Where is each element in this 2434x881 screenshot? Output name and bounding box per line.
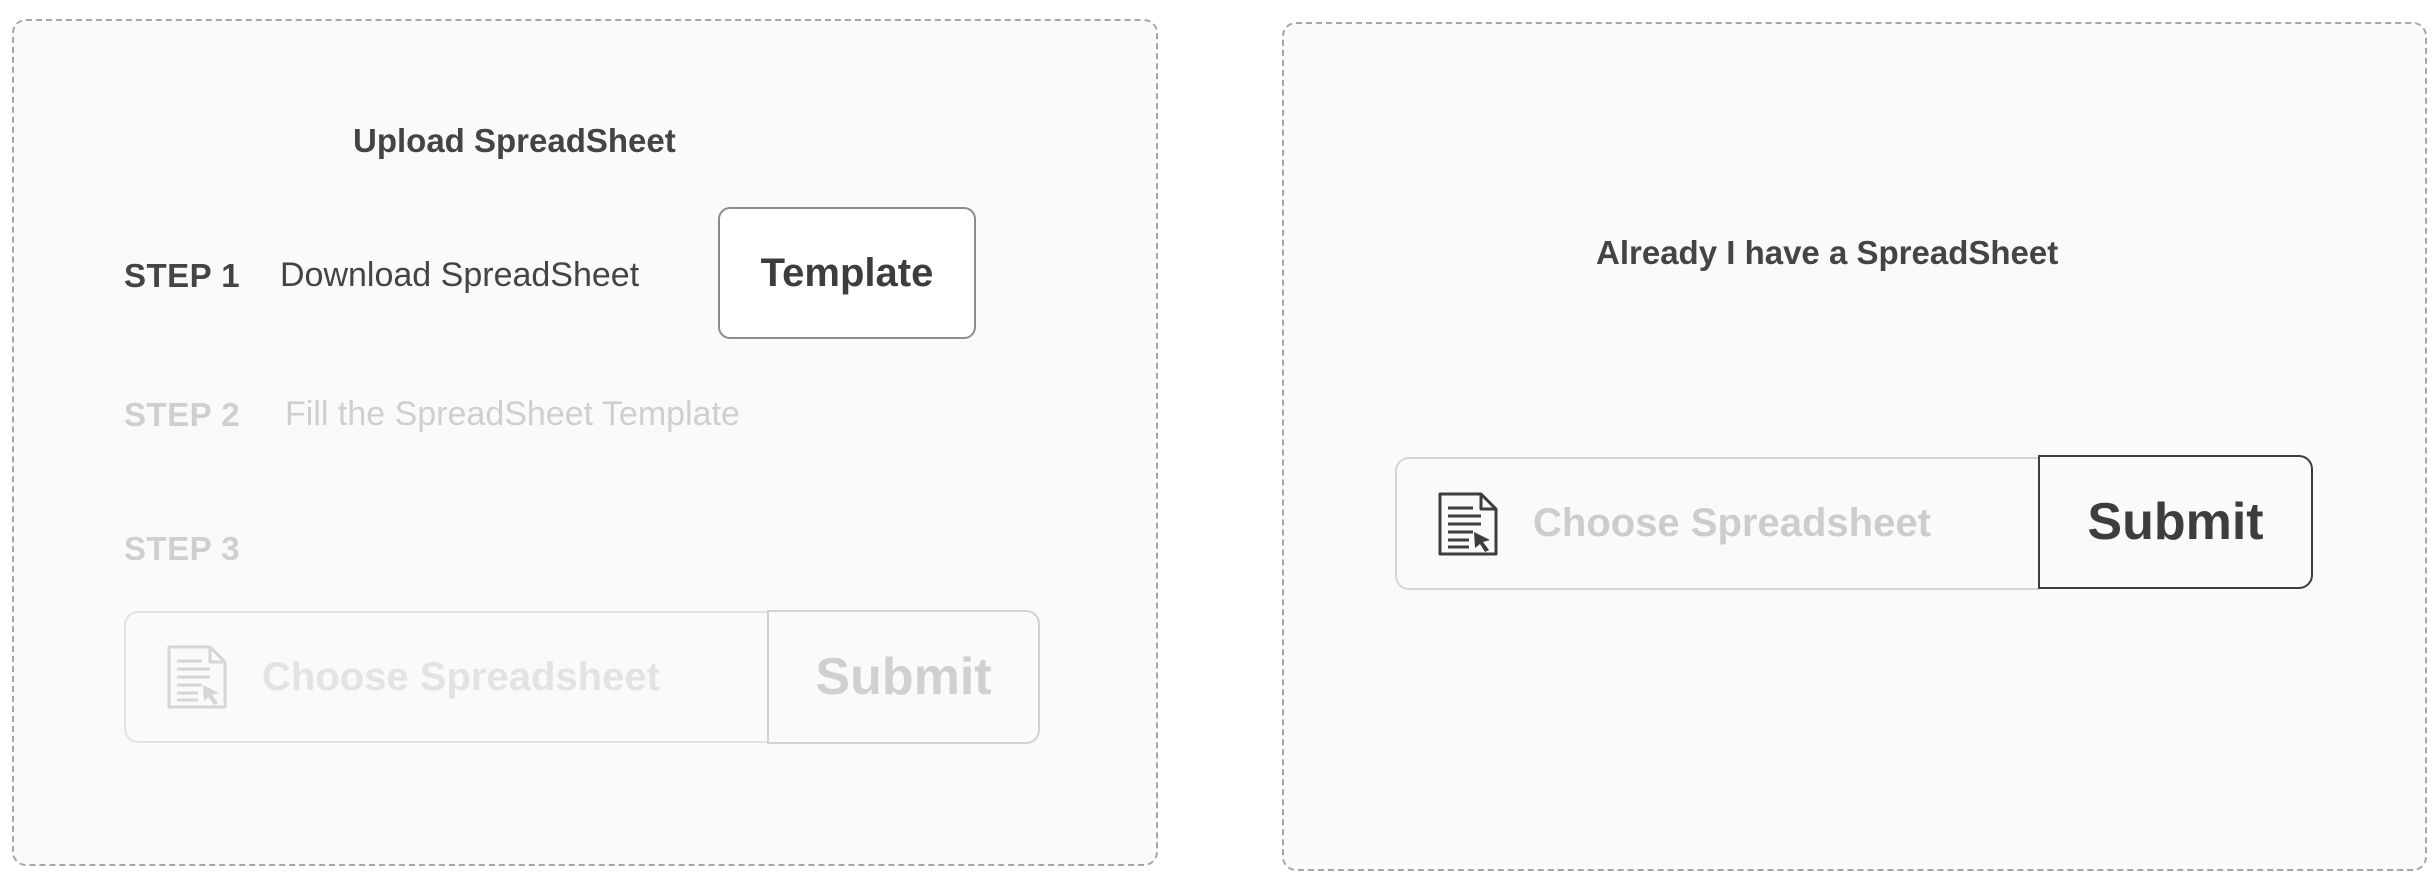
document-cursor-icon <box>167 645 227 709</box>
submit-button[interactable]: Submit <box>2038 455 2313 589</box>
document-cursor-icon <box>1438 492 1498 555</box>
existing-spreadsheet-panel <box>1282 22 2427 871</box>
choose-spreadsheet-placeholder: Choose Spreadsheet <box>262 654 660 699</box>
step-2-label: STEP 2 <box>124 396 241 433</box>
step-3-label: STEP 3 <box>124 530 241 567</box>
template-download-button[interactable]: Template <box>718 207 976 339</box>
upload-panel-title: Upload SpreadSheet <box>353 122 676 159</box>
step-1-text: Download SpreadSheet <box>280 256 640 294</box>
choose-spreadsheet-field[interactable]: Choose Spreadsheet <box>1395 457 2039 590</box>
choose-spreadsheet-field-disabled[interactable]: Choose Spreadsheet <box>124 611 768 743</box>
choose-spreadsheet-placeholder: Choose Spreadsheet <box>1533 501 1931 545</box>
existing-panel-title: Already I have a SpreadSheet <box>1596 234 2059 271</box>
step-2-text: Fill the SpreadSheet Template <box>285 395 740 433</box>
step-1-label: STEP 1 <box>124 257 241 294</box>
submit-button-disabled[interactable]: Submit <box>767 610 1040 744</box>
